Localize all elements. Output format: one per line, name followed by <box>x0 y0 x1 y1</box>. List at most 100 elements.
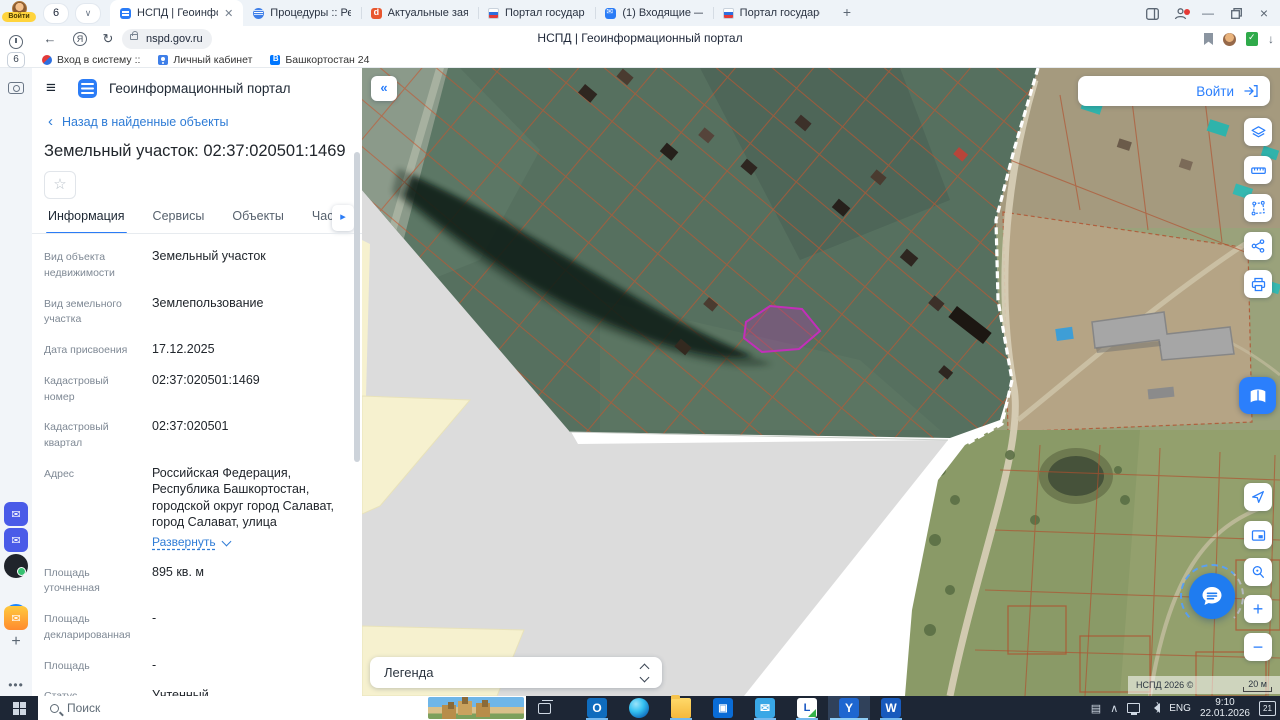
screenshot-icon[interactable] <box>4 76 28 100</box>
browser-tab[interactable]: Процедуры :: Реализаци ✕ <box>243 0 360 26</box>
taskbar-apps: O ▣ ✉ L Y W <box>576 695 912 720</box>
collapse-panel-button[interactable]: « <box>371 76 397 101</box>
map-attribution: НСПД 2026 © 20 м <box>1128 676 1280 694</box>
refresh-icon[interactable]: ↻ <box>98 29 118 49</box>
taskbar-search[interactable]: Поиск <box>38 696 526 720</box>
task-view-button[interactable] <box>526 699 562 714</box>
layers-button[interactable] <box>1244 118 1272 146</box>
file-explorer-icon <box>671 695 691 718</box>
select-area-button[interactable] <box>1244 194 1272 222</box>
outlook-icon: O <box>587 698 607 718</box>
taskbar-app-store[interactable]: ▣ <box>702 696 744 720</box>
favorite-star-button[interactable]: ☆ <box>44 171 76 199</box>
field-row: Вид земельного участка Землепользование <box>44 295 346 329</box>
taskbar-app-1c[interactable]: L <box>786 696 828 720</box>
overview-map-button[interactable] <box>1244 521 1272 549</box>
browser-tab[interactable]: НСПД | Геоинформаци ✕ <box>110 0 244 26</box>
field-label: Вид земельного участка <box>44 297 122 326</box>
yandex-search-icon[interactable]: Я <box>70 29 90 49</box>
back-to-results-link[interactable]: ‹ Назад в найденные объекты <box>48 114 228 129</box>
sidebar-tab-count[interactable]: 6 <box>7 52 25 68</box>
field-row: Кадастровый квартал 02:37:020501 <box>44 418 346 452</box>
expand-address-link[interactable]: Развернуть <box>152 535 232 551</box>
yandex-browser-icon: Y <box>839 698 859 718</box>
tray-expand-icon[interactable]: ∧ <box>1110 702 1118 715</box>
mail-service-icon-2[interactable]: ✉ <box>4 528 28 552</box>
map-login-bar[interactable]: Войти <box>1078 76 1270 106</box>
taskbar-app-edge[interactable] <box>618 696 660 720</box>
measure-button[interactable] <box>1244 156 1272 184</box>
scale-bar: 20 м <box>1243 679 1272 692</box>
history-clock-icon[interactable] <box>4 30 28 54</box>
my-location-button[interactable] <box>1244 483 1272 511</box>
menu-icon[interactable]: ≡ <box>46 78 66 98</box>
side-panel-icon[interactable] <box>1138 6 1166 20</box>
field-value: Земельный участок <box>152 249 266 263</box>
extension-doc-icon[interactable] <box>1246 32 1258 46</box>
notification-center-button[interactable]: 21 <box>1259 700 1276 716</box>
browser-tab[interactable]: Портал государственных ✕ <box>712 0 830 26</box>
browser-side-rail: 6 ✉ ✉ ✉ + ••• <box>0 0 32 720</box>
restore-button[interactable] <box>1222 6 1250 20</box>
field-value: 02:37:020501:1469 <box>152 372 260 387</box>
bookmark-flag-icon[interactable] <box>1204 33 1213 45</box>
taskbar-app-mail[interactable]: ✉ <box>744 696 786 720</box>
add-service-icon[interactable]: + <box>4 630 28 654</box>
browser-tab[interactable]: Актуальные заявления ✕ <box>360 0 478 26</box>
yandex-mail-icon[interactable]: ✉ <box>4 606 28 630</box>
panel-tab[interactable]: Информация <box>46 206 127 234</box>
messenger-icon[interactable] <box>4 554 28 578</box>
taskbar-app-yandex-browser[interactable]: Y <box>828 696 870 720</box>
more-services-icon[interactable]: ••• <box>4 678 28 692</box>
basemap-switcher-button[interactable] <box>1239 377 1276 414</box>
zoom-in-button[interactable]: + <box>1244 595 1272 623</box>
chat-assistant-button[interactable] <box>1189 573 1235 619</box>
browser-profile-icon[interactable] <box>1166 6 1194 20</box>
volume-icon[interactable] <box>1149 701 1161 713</box>
address-bar[interactable]: nspd.gov.ru <box>122 29 212 49</box>
taskbar-app-word[interactable]: W <box>870 696 912 720</box>
panel-header: ≡ Геоинформационный портал <box>46 78 290 98</box>
profile-mini-icon[interactable] <box>1223 32 1236 46</box>
taskbar-app-explorer[interactable] <box>660 695 702 720</box>
legend-bar[interactable]: Легенда <box>370 657 662 688</box>
panel-scrollbar[interactable] <box>354 82 361 682</box>
field-row: Дата присвоения 17.12.2025 <box>44 341 346 359</box>
back-icon[interactable]: ← <box>40 29 60 49</box>
print-button[interactable] <box>1244 270 1272 298</box>
scrollbar-thumb[interactable] <box>354 152 360 462</box>
new-tab-button[interactable]: + <box>836 3 858 23</box>
bookmark-item[interactable]: Вход в систему :: <box>42 54 140 66</box>
tabs-scroll-right-button[interactable]: ▸ <box>332 205 354 231</box>
chat-bubble-icon <box>1202 587 1222 605</box>
search-on-map-button[interactable] <box>1244 558 1272 586</box>
mail-service-icon[interactable]: ✉ <box>4 502 28 526</box>
map-canvas[interactable]: « Войти + − Легенда НСПД 2026 © 20 м <box>362 68 1280 696</box>
share-button[interactable] <box>1244 232 1272 260</box>
field-label: Адрес <box>44 467 75 480</box>
browser-tab[interactable]: (1) Входящие — Рамблер ✕ <box>595 0 712 26</box>
field-value: - <box>152 657 157 672</box>
tab-dropdown-chip[interactable]: ∨ <box>76 4 100 23</box>
clock[interactable]: 9:10 22.01.2026 <box>1200 697 1250 720</box>
bookmark-item[interactable]: Личный кабинет <box>158 54 252 66</box>
bookmark-item[interactable]: Башкортостан 24 <box>270 54 369 66</box>
start-button[interactable] <box>0 696 38 720</box>
minimize-button[interactable]: — <box>1194 6 1222 20</box>
search-daily-image[interactable] <box>428 697 524 719</box>
network-icon[interactable] <box>1127 703 1141 715</box>
tray-app-icon[interactable]: ▤ <box>1091 702 1101 715</box>
system-tray: ▤ ∧ ENG 9:10 22.01.2026 21 <box>1091 697 1280 720</box>
close-button[interactable]: × <box>1250 5 1278 21</box>
tab-count-chip[interactable]: 6 <box>44 4 69 23</box>
zoom-out-button[interactable]: − <box>1244 633 1272 661</box>
select-area-icon <box>1251 200 1265 215</box>
downloads-icon[interactable]: ↓ <box>1268 32 1274 46</box>
panel-tab[interactable]: Сервисы <box>151 206 207 234</box>
panel-tab[interactable]: Объекты <box>230 206 286 234</box>
browser-tab[interactable]: Портал государственных ✕ <box>477 0 595 26</box>
taskbar-app-outlook[interactable]: O <box>576 696 618 720</box>
language-indicator[interactable]: ENG <box>1169 703 1191 714</box>
search-icon <box>50 703 59 713</box>
tab-close-icon[interactable]: ✕ <box>224 7 233 20</box>
